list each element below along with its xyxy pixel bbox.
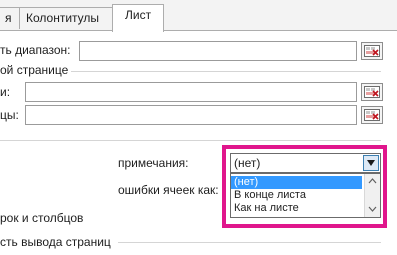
comments-option-end-of-sheet[interactable]: В конце листа bbox=[231, 189, 362, 202]
tab-header-footer[interactable]: Колонтитулы bbox=[19, 7, 113, 29]
tab-panel-border bbox=[0, 30, 397, 31]
cols-to-repeat-label: цы: bbox=[0, 108, 19, 122]
tab-header-footer-label: Колонтитулы bbox=[26, 11, 100, 25]
chevron-down-icon bbox=[367, 160, 375, 166]
cell-errors-label: ошибки ячеек как: bbox=[118, 183, 219, 197]
print-area-collapse-button[interactable] bbox=[361, 42, 383, 60]
comments-option-end-of-sheet-label: В конце листа bbox=[234, 189, 306, 201]
rows-collapse-button[interactable] bbox=[361, 83, 383, 101]
comments-dropdown-button[interactable] bbox=[363, 155, 379, 171]
comments-option-as-displayed[interactable]: Как на листе bbox=[231, 202, 362, 215]
page-order-label: сть вывода страниц bbox=[0, 235, 111, 249]
tab-sheet-label: Лист bbox=[125, 8, 152, 22]
comments-dropdown-list: (нет) В конце листа Как на листе bbox=[230, 173, 381, 218]
print-section-separator bbox=[0, 140, 381, 141]
print-area-input[interactable] bbox=[79, 41, 357, 61]
print-area-label: ть диапазон: bbox=[0, 43, 71, 57]
comments-option-as-displayed-label: Как на листе bbox=[234, 202, 299, 214]
print-titles-label: ой странице bbox=[0, 63, 69, 77]
rows-to-repeat-label: и: bbox=[0, 85, 11, 99]
tab-page[interactable]: я bbox=[0, 7, 20, 29]
collapse-dialog-icon bbox=[364, 86, 380, 98]
collapse-dialog-icon bbox=[364, 109, 380, 121]
print-titles-separator bbox=[71, 71, 381, 72]
dropdown-scrollbar[interactable] bbox=[364, 174, 380, 217]
tab-strip: я Колонтитулы Лист bbox=[0, 0, 397, 32]
scroll-up-icon[interactable] bbox=[368, 178, 377, 184]
page-order-separator bbox=[118, 242, 381, 243]
scroll-down-icon[interactable] bbox=[368, 206, 377, 212]
rows-to-repeat-input[interactable] bbox=[25, 82, 357, 102]
headings-label: рок и столбцов bbox=[0, 211, 84, 225]
comments-option-none-label: (нет) bbox=[234, 176, 259, 188]
cols-to-repeat-input[interactable] bbox=[25, 105, 357, 125]
comments-select-value: (нет) bbox=[234, 156, 261, 170]
tab-page-label: я bbox=[5, 11, 12, 25]
comments-option-none[interactable]: (нет) bbox=[231, 176, 362, 189]
tab-sheet[interactable]: Лист bbox=[112, 4, 164, 32]
collapse-dialog-icon bbox=[364, 45, 380, 57]
comments-label: примечания: bbox=[118, 156, 189, 170]
comments-select[interactable]: (нет) bbox=[230, 153, 381, 173]
cols-collapse-button[interactable] bbox=[361, 106, 383, 124]
